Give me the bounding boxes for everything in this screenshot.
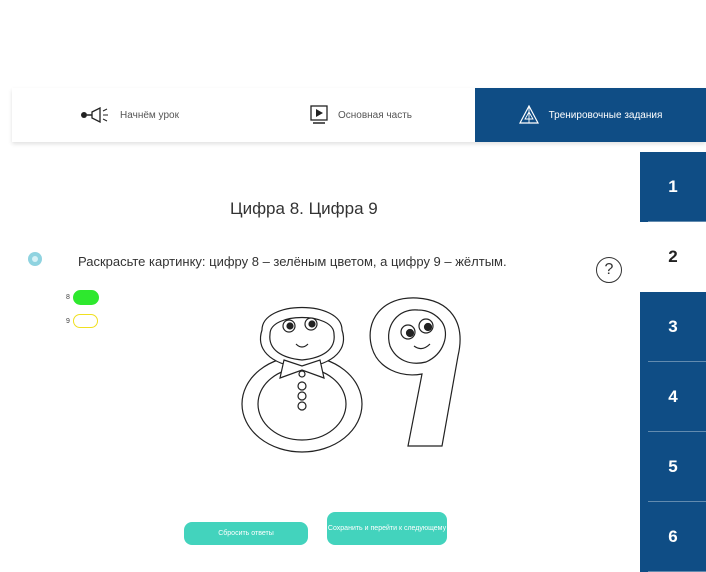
digit-nine-face[interactable]	[369, 297, 461, 447]
lesson-title: Цифра 8. Цифра 9	[230, 199, 378, 218]
pyramid-icon	[518, 105, 539, 124]
tab-label: Основная часть	[337, 109, 412, 121]
legend-item-yellow: 9	[66, 314, 98, 328]
task-number-4[interactable]: 4	[640, 362, 706, 432]
tab-label: Тренировочные задания	[548, 109, 663, 121]
top-nav: Начнём урок Основная часть Тренировочные…	[12, 88, 706, 142]
task-number-6[interactable]: 6	[640, 502, 706, 572]
tab-training-tasks[interactable]: Тренировочные задания	[475, 88, 706, 142]
tab-start-lesson[interactable]: Начнём урок	[12, 88, 247, 142]
megaphone-icon	[81, 107, 109, 123]
task-number-5[interactable]: 5	[640, 432, 706, 502]
play-icon	[310, 105, 328, 124]
help-button[interactable]: ?	[596, 257, 622, 283]
task-number-2[interactable]: 2	[640, 222, 706, 292]
task-number-sidebar: 1 2 3 4 5 6	[640, 152, 706, 572]
digit-eight-doll[interactable]	[241, 306, 363, 453]
tab-label: Начнём урок	[120, 109, 179, 121]
legend-label: 9	[66, 317, 70, 325]
green-swatch[interactable]	[72, 290, 99, 305]
tab-main-part[interactable]: Основная часть	[247, 88, 475, 142]
save-and-next-button[interactable]: Сохранить и перейти к следующему	[327, 512, 447, 545]
legend-item-green: 8	[66, 290, 99, 305]
legend-label: 8	[66, 294, 70, 301]
yellow-swatch[interactable]	[72, 314, 98, 328]
task-status-dot	[28, 252, 42, 266]
reset-answers-button[interactable]: Сбросить ответы	[184, 522, 308, 545]
task-number-3[interactable]: 3	[640, 292, 706, 362]
coloring-picture[interactable]	[212, 286, 492, 456]
task-number-1[interactable]: 1	[640, 152, 706, 222]
task-instruction: Раскрасьте картинку: цифру 8 – зелёным ц…	[78, 254, 507, 269]
